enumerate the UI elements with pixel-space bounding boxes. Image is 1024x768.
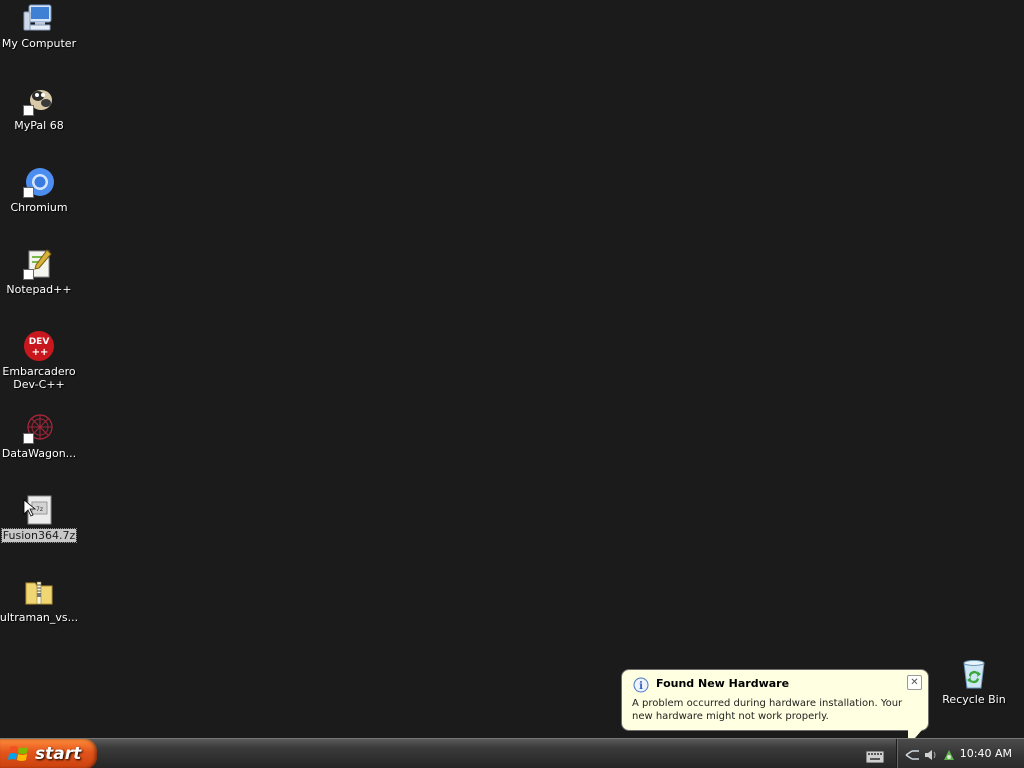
zip-folder-icon <box>23 576 55 608</box>
desktop-icon-fusion-archive[interactable]: 7z Fusion364.7z <box>0 494 78 543</box>
info-icon: i <box>633 677 649 693</box>
desktop-icon-my-computer[interactable]: My Computer <box>0 2 78 50</box>
archive-file-icon: 7z <box>23 494 55 526</box>
devcpp-icon: DEV ++ <box>23 330 55 362</box>
keyboard-icon[interactable] <box>866 748 884 763</box>
balloon-title: Found New Hardware <box>656 677 790 690</box>
mypal-icon <box>23 84 55 116</box>
volume-icon[interactable] <box>923 747 939 761</box>
desktop: My Computer MyPal 68 Chromium Notepad++ … <box>0 0 1024 738</box>
icon-label: Embarcadero Dev-C++ <box>2 365 76 391</box>
shortcut-arrow-icon <box>23 269 34 280</box>
svg-text:i: i <box>639 681 643 692</box>
shortcut-arrow-icon <box>23 433 34 444</box>
icon-label: Fusion364.7z <box>0 528 78 543</box>
my-computer-icon <box>23 2 55 34</box>
windows-logo-icon <box>8 744 30 764</box>
safely-remove-hardware-icon[interactable] <box>941 747 957 761</box>
shortcut-arrow-icon <box>23 187 34 198</box>
desktop-icon-mypal[interactable]: MyPal 68 <box>0 84 78 132</box>
datawagon-icon <box>23 412 55 444</box>
icon-label: Notepad++ <box>6 283 72 296</box>
system-tray: 10:40 AM <box>896 739 1024 768</box>
recycle-bin-icon <box>958 658 990 690</box>
desktop-icon-chromium[interactable]: Chromium <box>0 166 78 214</box>
desktop-icon-notepadpp[interactable]: Notepad++ <box>0 248 78 296</box>
desktop-icon-ultraman-zip[interactable]: ultraman_vs... <box>0 576 78 624</box>
desktop-icon-datawagon[interactable]: DataWagon... <box>0 412 78 460</box>
start-button[interactable]: start <box>0 739 97 768</box>
icon-label: ultraman_vs... <box>0 611 79 624</box>
icon-label: Recycle Bin <box>942 693 1006 706</box>
icon-label: My Computer <box>1 37 77 50</box>
desktop-icon-devcpp[interactable]: DEV ++ Embarcadero Dev-C++ <box>0 330 78 391</box>
svg-text:++: ++ <box>32 347 49 358</box>
svg-text:7z: 7z <box>36 506 43 513</box>
start-label: start <box>35 744 82 764</box>
svg-text:DEV: DEV <box>29 337 50 347</box>
balloon-message: A problem occurred during hardware insta… <box>632 698 903 722</box>
icon-label: DataWagon... <box>1 447 77 460</box>
balloon-close-button[interactable]: ✕ <box>907 675 922 690</box>
chromium-icon <box>23 166 55 198</box>
taskbar: start 10:40 AM <box>0 738 1024 768</box>
icon-label: Chromium <box>10 201 68 214</box>
notepadpp-icon <box>23 248 55 280</box>
shortcut-arrow-icon <box>23 105 34 116</box>
found-new-hardware-balloon[interactable]: i Found New Hardware A problem occurred … <box>621 669 929 746</box>
clock[interactable]: 10:40 AM <box>960 747 1012 760</box>
network-icon[interactable] <box>905 747 921 761</box>
icon-label: MyPal 68 <box>14 119 64 132</box>
desktop-icon-recycle-bin[interactable]: Recycle Bin <box>935 658 1013 706</box>
